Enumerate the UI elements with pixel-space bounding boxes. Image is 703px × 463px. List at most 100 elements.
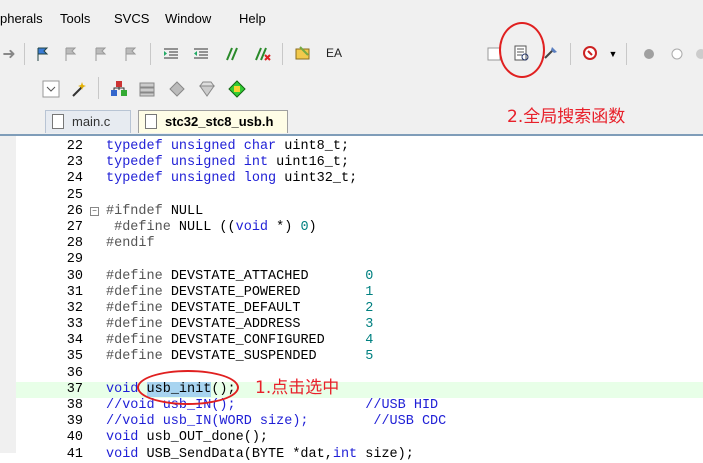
code-lines: 22 typedef unsigned char uint8_t; 23 typede… xyxy=(16,139,703,463)
line-number: 33 xyxy=(66,317,83,333)
file-icon xyxy=(52,114,64,129)
menu-bar: pherals Tools SVCS Window Help xyxy=(0,0,703,38)
code-line[interactable]: 26− #ifndef NULL xyxy=(16,204,703,220)
selection-circle xyxy=(137,370,239,405)
toolbar-separator xyxy=(150,43,151,65)
code-text: #define DEVSTATE_POWERED 1 xyxy=(106,284,374,300)
line-number: 34 xyxy=(66,333,83,349)
code-text: void USB_SendData(BYTE *dat,int size); xyxy=(106,446,414,462)
code-text: //void usb_IN(WORD size); //USB CDC xyxy=(106,414,447,430)
line-number: 23 xyxy=(66,155,83,171)
code-text: #define DEVSTATE_ATTACHED 0 xyxy=(106,268,374,284)
fold-toggle-icon[interactable]: − xyxy=(90,206,99,216)
code-text: #define DEVSTATE_CONFIGURED 4 xyxy=(106,333,374,349)
diamond-icon[interactable] xyxy=(168,80,186,98)
bookmark-clear-icon[interactable] xyxy=(122,45,140,63)
books-icon[interactable] xyxy=(138,80,156,98)
code-text: typedef unsigned int uint16_t; xyxy=(106,155,350,171)
chevron-down-icon[interactable]: ▼ xyxy=(604,45,622,63)
line-number: 38 xyxy=(66,398,83,413)
indent-icon[interactable] xyxy=(162,45,180,63)
toolbar-separator xyxy=(282,43,283,65)
line-number: 25 xyxy=(66,187,83,203)
gem-icon[interactable] xyxy=(198,80,216,98)
line-number: 27 xyxy=(66,219,83,235)
line-number: 22 xyxy=(66,139,83,154)
line-number: 37 xyxy=(66,381,83,397)
comment-icon[interactable] xyxy=(224,45,242,63)
configure-icon[interactable] xyxy=(294,44,312,62)
tab-stc32-stc8-usb-h[interactable]: stc32_stc8_usb.h xyxy=(138,110,288,133)
step1-annotation: 1.点击选中 xyxy=(255,378,340,398)
breakpoint-disabled-icon[interactable] xyxy=(668,45,686,63)
code-line[interactable]: 40 void usb_OUT_done(); xyxy=(16,430,703,446)
code-line[interactable]: 28 #endif xyxy=(16,236,703,252)
code-line[interactable]: 38//void usb_IN(); //USB HID xyxy=(16,398,703,414)
code-line[interactable]: 30 #define DEVSTATE_ATTACHED 0 xyxy=(16,269,703,285)
code-line[interactable]: 31 #define DEVSTATE_POWERED 1 xyxy=(16,285,703,301)
options-wand-icon[interactable] xyxy=(70,80,88,98)
toolbar-separator xyxy=(626,43,627,65)
target-dropdown-icon[interactable] xyxy=(42,80,60,98)
code-line[interactable]: 33 #define DEVSTATE_ADDRESS 3 xyxy=(16,317,703,333)
line-number: 30 xyxy=(66,268,83,284)
code-text: void usb_OUT_done(); xyxy=(106,430,269,446)
menu-svcs[interactable]: SVCS xyxy=(114,11,149,26)
menu-window[interactable]: Window xyxy=(165,11,211,26)
code-line[interactable]: 22 typedef unsigned char uint8_t; xyxy=(16,139,703,155)
component-pack-icon[interactable] xyxy=(228,80,246,98)
toolbar-separator xyxy=(570,43,571,65)
code-text: #define DEVSTATE_ADDRESS 3 xyxy=(106,317,374,333)
tab-main-c[interactable]: main.c xyxy=(45,110,131,133)
code-text: #ifndef NULL xyxy=(106,203,204,219)
breakpoint-kill-icon[interactable] xyxy=(692,45,703,63)
toolbar-secondary xyxy=(0,70,703,106)
code-line[interactable]: 39 //void usb_IN(WORD size); //USB CDC xyxy=(16,414,703,430)
tab-label: stc32_stc8_usb.h xyxy=(165,114,274,129)
manage-project-icon[interactable] xyxy=(110,80,128,98)
menu-help[interactable]: Help xyxy=(239,11,266,26)
menu-tools[interactable]: Tools xyxy=(60,11,90,26)
unindent-icon[interactable] xyxy=(192,45,210,63)
toolbar-separator xyxy=(98,77,99,99)
code-line[interactable]: 37 void usb_init(); xyxy=(16,381,703,398)
menu-peripherals[interactable]: pherals xyxy=(0,11,43,26)
tab-label: main.c xyxy=(72,114,111,129)
code-line[interactable]: 25 xyxy=(16,188,703,204)
ea-label[interactable]: EA xyxy=(326,46,342,60)
line-number: 26 xyxy=(66,203,83,219)
code-line[interactable]: 32 #define DEVSTATE_DEFAULT 2 xyxy=(16,301,703,317)
code-line[interactable]: 41 void USB_SendData(BYTE *dat,int size); xyxy=(16,447,703,463)
editor-left-margin xyxy=(0,136,16,453)
bookmark-next-icon[interactable] xyxy=(92,45,110,63)
code-line[interactable]: 35 #define DEVSTATE_SUSPENDED 5 xyxy=(16,349,703,365)
line-number: 32 xyxy=(66,300,83,316)
code-line[interactable]: 24 typedef unsigned long uint32_t; xyxy=(16,171,703,187)
code-text: #define NULL ((void *) 0) xyxy=(106,219,317,235)
debug-icon[interactable] xyxy=(582,44,600,62)
file-icon xyxy=(145,114,157,129)
toolbar-main: ➜ EA ▼ xyxy=(0,38,703,71)
toolbar-separator xyxy=(24,43,25,65)
line-number: 31 xyxy=(66,284,83,300)
uncomment-icon[interactable] xyxy=(254,45,272,63)
breakpoint-icon[interactable] xyxy=(640,45,658,63)
line-number: 41 xyxy=(66,446,83,462)
code-line[interactable]: 29 xyxy=(16,252,703,268)
bookmark-prev-icon[interactable] xyxy=(62,45,80,63)
code-line[interactable]: 27 #define NULL ((void *) 0) xyxy=(16,220,703,236)
bookmark-flag-icon[interactable] xyxy=(34,45,52,63)
line-number: 36 xyxy=(66,365,83,381)
line-number: 28 xyxy=(66,236,83,252)
step2-annotation: 2.全局搜索函数 xyxy=(507,107,626,127)
code-editor[interactable]: 22 typedef unsigned char uint8_t; 23 typede… xyxy=(16,136,703,462)
code-line[interactable]: 36 xyxy=(16,366,703,382)
code-text: #endif xyxy=(106,236,155,252)
code-text: typedef unsigned char uint8_t; xyxy=(106,139,350,154)
code-line[interactable]: 23 typedef unsigned int uint16_t; xyxy=(16,155,703,171)
code-line[interactable]: 34 #define DEVSTATE_CONFIGURED 4 xyxy=(16,333,703,349)
arrow-right-icon[interactable]: ➜ xyxy=(0,45,18,63)
find-in-files-circle xyxy=(499,22,545,78)
line-number: 24 xyxy=(66,171,83,187)
line-number: 29 xyxy=(66,252,83,268)
